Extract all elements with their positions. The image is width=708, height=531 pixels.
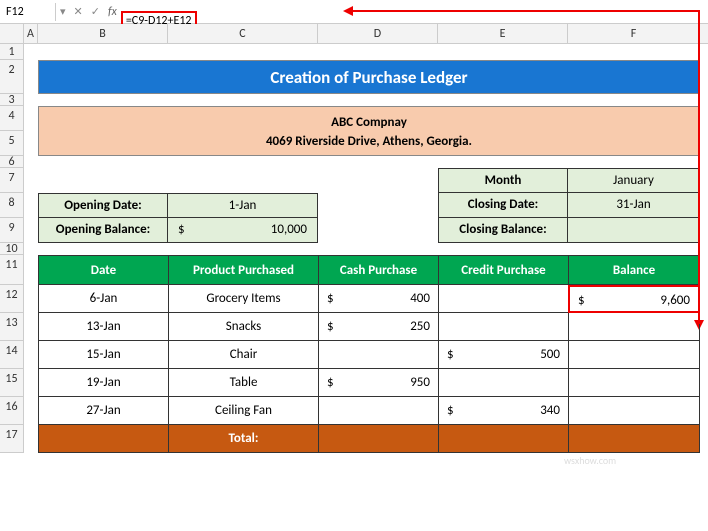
row-header-4[interactable]: 4 xyxy=(0,106,23,131)
cell-credit[interactable] xyxy=(438,313,568,341)
table-row[interactable]: 19-Jan Table $950 xyxy=(38,369,700,397)
cell-product[interactable]: Snacks xyxy=(168,313,318,341)
row-header-16[interactable]: 16 xyxy=(0,397,23,425)
row-header-9[interactable]: 9 xyxy=(0,218,23,243)
cell-credit[interactable] xyxy=(438,285,568,313)
cancel-icon[interactable]: ✕ xyxy=(74,5,83,18)
row-header-2[interactable]: 2 xyxy=(0,60,23,94)
sheet-cells[interactable]: Creation of Purchase Ledger ABC Compnay … xyxy=(24,44,700,453)
cell-balance[interactable] xyxy=(568,313,700,341)
total-row[interactable]: Total: xyxy=(38,425,700,453)
company-address: 4069 Riverside Drive, Athens, Georgia. xyxy=(39,132,699,151)
row-headers: 1 2 3 4 5 6 7 8 9 10 11 12 13 14 15 16 1… xyxy=(0,44,24,453)
cell-date[interactable]: 27-Jan xyxy=(38,397,168,425)
dropdown-icon[interactable]: ▾ xyxy=(60,5,66,18)
table-row[interactable]: 13-Jan Snacks $250 xyxy=(38,313,700,341)
row-header-3[interactable]: 3 xyxy=(0,94,23,106)
row-header-14[interactable]: 14 xyxy=(0,341,23,369)
th-balance: Balance xyxy=(568,255,700,285)
month-section: Month January Closing Date: 31-Jan Closi… xyxy=(438,168,700,243)
th-credit: Credit Purchase xyxy=(438,255,568,285)
total-credit[interactable] xyxy=(438,425,568,453)
row-header-13[interactable]: 13 xyxy=(0,313,23,341)
cell-date[interactable]: 19-Jan xyxy=(38,369,168,397)
month-label: Month xyxy=(438,168,568,193)
opening-date-value[interactable]: 1-Jan xyxy=(168,193,318,218)
page-title: Creation of Purchase Ledger xyxy=(38,60,700,94)
cell-product[interactable]: Table xyxy=(168,369,318,397)
col-header-B[interactable]: B xyxy=(38,24,168,43)
cell-product[interactable]: Ceiling Fan xyxy=(168,397,318,425)
cell-cash[interactable]: $950 xyxy=(318,369,438,397)
col-header-E[interactable]: E xyxy=(438,24,568,43)
th-cash: Cash Purchase xyxy=(318,255,438,285)
cell-product[interactable]: Grocery Items xyxy=(168,285,318,313)
table-header-row: Date Product Purchased Cash Purchase Cre… xyxy=(38,255,700,285)
formula-bar: F12 ▾ ✕ ✓ fx =C9-D12+E12 xyxy=(0,0,708,24)
company-info: ABC Compnay 4069 Riverside Drive, Athens… xyxy=(38,106,700,156)
cell-cash[interactable] xyxy=(318,341,438,369)
ledger-table: Date Product Purchased Cash Purchase Cre… xyxy=(38,255,700,453)
col-header-F[interactable]: F xyxy=(568,24,700,43)
cell-cash[interactable]: $250 xyxy=(318,313,438,341)
cell-date[interactable]: 15-Jan xyxy=(38,341,168,369)
cell-cash[interactable]: $400 xyxy=(318,285,438,313)
row-header-8[interactable]: 8 xyxy=(0,193,23,218)
col-header-A[interactable]: A xyxy=(24,24,38,43)
watermark: wsxhow.com xyxy=(564,454,616,467)
cell-credit[interactable]: $500 xyxy=(438,341,568,369)
company-name: ABC Compnay xyxy=(39,113,699,132)
col-header-C[interactable]: C xyxy=(168,24,318,43)
table-row[interactable]: 6-Jan Grocery Items $400 $9,600 xyxy=(38,285,700,313)
table-row[interactable]: 27-Jan Ceiling Fan $340 xyxy=(38,397,700,425)
annotation-arrow xyxy=(350,10,700,12)
opening-balance-value[interactable]: $10,000 xyxy=(168,218,318,243)
cell-credit[interactable]: $340 xyxy=(438,397,568,425)
annotation-arrow xyxy=(698,10,700,324)
row-header-10[interactable]: 10 xyxy=(0,243,23,255)
th-product: Product Purchased xyxy=(168,255,318,285)
cell-date[interactable]: 6-Jan xyxy=(38,285,168,313)
th-date: Date xyxy=(38,255,168,285)
month-value[interactable]: January xyxy=(568,168,700,193)
total-spacer xyxy=(38,425,168,453)
closing-balance-value[interactable] xyxy=(568,218,700,243)
row-header-11[interactable]: 11 xyxy=(0,255,23,285)
table-row[interactable]: 15-Jan Chair $500 xyxy=(38,341,700,369)
total-balance[interactable] xyxy=(568,425,700,453)
closing-balance-label: Closing Balance: xyxy=(438,218,568,243)
fx-icon[interactable]: fx xyxy=(104,5,121,19)
total-cash[interactable] xyxy=(318,425,438,453)
select-all-corner[interactable] xyxy=(0,24,24,43)
cell-balance-selected[interactable]: $9,600 xyxy=(568,285,700,313)
formula-controls: ▾ ✕ ✓ xyxy=(56,5,104,18)
row-header-6[interactable]: 6 xyxy=(0,156,23,168)
cell-date[interactable]: 13-Jan xyxy=(38,313,168,341)
cell-balance[interactable] xyxy=(568,369,700,397)
cell-balance[interactable] xyxy=(568,397,700,425)
cell-balance[interactable] xyxy=(568,341,700,369)
name-box[interactable]: F12 xyxy=(0,3,56,21)
row-header-12[interactable]: 12 xyxy=(0,285,23,313)
row-header-7[interactable]: 7 xyxy=(0,168,23,193)
row-header-15[interactable]: 15 xyxy=(0,369,23,397)
cell-product[interactable]: Chair xyxy=(168,341,318,369)
col-header-D[interactable]: D xyxy=(318,24,438,43)
cell-cash[interactable] xyxy=(318,397,438,425)
row-header-1[interactable]: 1 xyxy=(0,44,23,60)
row-header-5[interactable]: 5 xyxy=(0,131,23,156)
column-headers: A B C D E F xyxy=(0,24,708,44)
row-header-17[interactable]: 17 xyxy=(0,425,23,453)
closing-date-value[interactable]: 31-Jan xyxy=(568,193,700,218)
opening-balance-label: Opening Balance: xyxy=(38,218,168,243)
opening-date-label: Opening Date: xyxy=(38,193,168,218)
spreadsheet-grid: A B C D E F 1 2 3 4 5 6 7 8 9 10 11 12 1… xyxy=(0,24,708,453)
total-label: Total: xyxy=(168,425,318,453)
enter-icon[interactable]: ✓ xyxy=(91,5,100,18)
closing-date-label: Closing Date: xyxy=(438,193,568,218)
opening-section: Opening Date: 1-Jan Opening Balance: $10… xyxy=(38,193,318,243)
cell-credit[interactable] xyxy=(438,369,568,397)
